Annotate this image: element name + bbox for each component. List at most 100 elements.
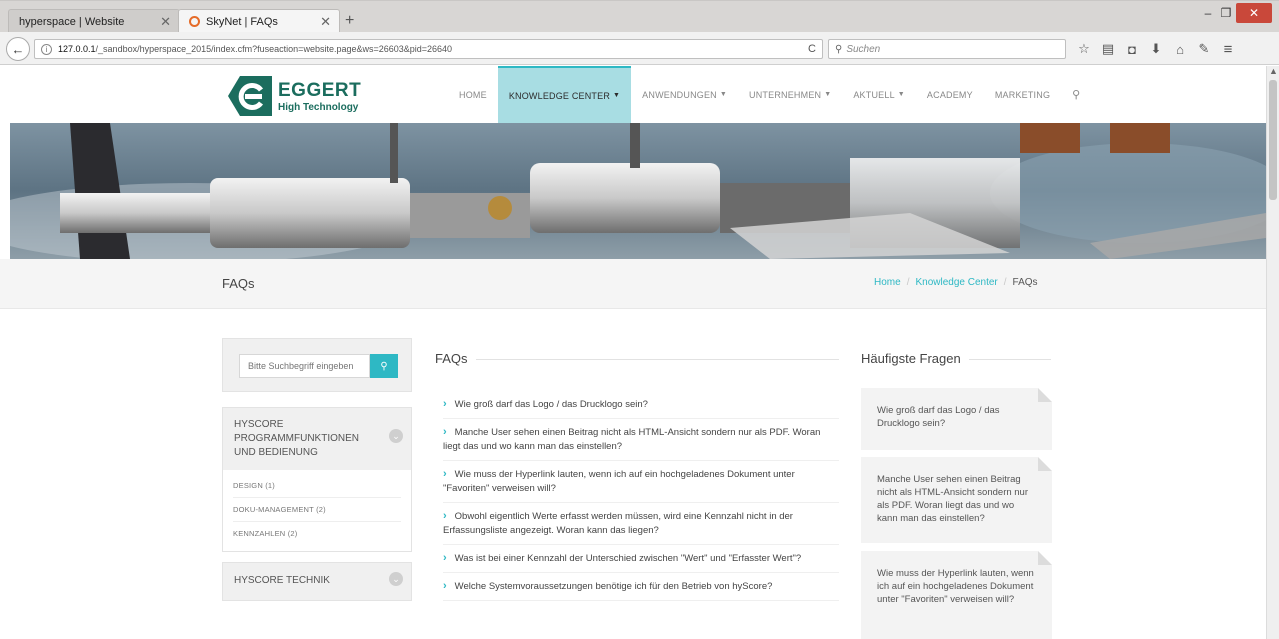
eggert-logo-icon: [228, 76, 272, 116]
nav-academy[interactable]: ACADEMY: [916, 66, 984, 123]
nav-label: KNOWLEDGE CENTER: [508, 90, 611, 101]
chevron-right-icon: ›: [443, 510, 447, 522]
nav-unternehmen[interactable]: UNTERNEHMEN ▼: [738, 66, 842, 123]
maximize-button[interactable]: ❐: [1216, 3, 1236, 23]
site-header: EGGERT High Technology HOME KNOWLEDGE CE…: [0, 66, 1266, 123]
new-tab-button[interactable]: +: [345, 12, 354, 30]
category-hyscore-programmfunktionen: HYSCORE PROGRAMMFUNKTIONEN UND BEDIENUNG…: [222, 407, 412, 552]
back-button[interactable]: ←: [6, 37, 30, 61]
favicon-icon: [189, 16, 200, 27]
clipboard-icon[interactable]: ▤: [1096, 41, 1120, 57]
reload-icon[interactable]: C: [808, 43, 816, 55]
category-items: DESIGN (1) DOKU-MANAGEMENT (2) KENNZAHLE…: [223, 470, 411, 551]
browser-search-input[interactable]: ⚲ Suchen: [828, 39, 1066, 59]
category-title: HYSCORE PROGRAMMFUNKTIONEN UND BEDIENUNG: [234, 419, 359, 458]
browser-tab-skynet[interactable]: SkyNet | FAQs ✕: [178, 9, 340, 33]
site-logo[interactable]: EGGERT High Technology: [228, 76, 368, 116]
browser-tab-bar: hyperspace | Website ✕ SkyNet | FAQs ✕ +…: [0, 0, 1279, 33]
faq-item[interactable]: › Obwohl eigentlich Werte erfasst werden …: [443, 503, 839, 545]
chevron-right-icon: ›: [443, 468, 447, 480]
faq-question: Obwohl eigentlich Werte erfasst werden m…: [443, 511, 793, 536]
bookmark-star-icon[interactable]: ☆: [1072, 41, 1096, 57]
faq-heading-text: FAQs: [435, 351, 476, 366]
menu-icon[interactable]: ≡: [1216, 41, 1240, 58]
close-window-button[interactable]: ✕: [1236, 3, 1272, 23]
faq-list: › Wie groß darf das Logo / das Drucklogo …: [443, 391, 839, 601]
nav-anwendungen[interactable]: ANWENDUNGEN ▼: [631, 66, 738, 123]
breadcrumb-current: FAQs: [1012, 277, 1038, 288]
category-hyscore-technik: HYSCORE TECHNIK ⌄: [222, 562, 412, 601]
search-placeholder: Suchen: [846, 43, 881, 55]
top-questions-heading-text: Häufigste Fragen: [861, 351, 969, 366]
scrollbar-thumb[interactable]: [1269, 80, 1277, 200]
close-icon[interactable]: ✕: [160, 14, 171, 30]
nav-knowledge-center[interactable]: KNOWLEDGE CENTER ▼: [497, 66, 632, 123]
faq-question: Manche User sehen einen Beitrag nicht al…: [443, 427, 821, 452]
category-item-kennzahlen[interactable]: KENNZAHLEN (2): [233, 522, 401, 545]
chevron-down-icon[interactable]: ⌄: [389, 429, 403, 443]
top-question-card[interactable]: Wie muss der Hyperlink lauten, wenn ich …: [861, 551, 1052, 639]
tab-label: hyperspace | Website: [19, 15, 125, 28]
page-scrollbar[interactable]: ▲: [1266, 66, 1279, 639]
category-title: HYSCORE TECHNIK: [234, 575, 330, 586]
chevron-down-icon[interactable]: ⌄: [389, 572, 403, 586]
nav-search[interactable]: ⚲: [1061, 66, 1091, 123]
category-header[interactable]: HYSCORE TECHNIK ⌄: [223, 563, 411, 600]
tab-label: SkyNet | FAQs: [206, 15, 278, 28]
nav-aktuell[interactable]: AKTUELL ▼: [842, 66, 916, 123]
caret-down-icon: ▼: [613, 92, 621, 99]
top-questions-heading: Häufigste Fragen: [861, 351, 1051, 367]
search-icon: ⚲: [835, 43, 843, 55]
faq-item[interactable]: › Wie muss der Hyperlink lauten, wenn ich…: [443, 461, 839, 503]
chevron-right-icon: ›: [443, 552, 447, 564]
info-icon[interactable]: i: [41, 43, 52, 55]
chevron-right-icon: ›: [443, 426, 447, 438]
logo-brand: EGGERT: [278, 80, 362, 101]
heading-divider: [435, 359, 839, 360]
close-icon[interactable]: ✕: [320, 14, 331, 30]
faq-section-heading: FAQs: [435, 351, 839, 367]
faq-item[interactable]: › Manche User sehen einen Beitrag nicht a…: [443, 419, 839, 461]
hero-banner-image: [10, 123, 1266, 259]
corner-fold: [1038, 388, 1052, 402]
caret-down-icon: ▼: [824, 91, 832, 98]
search-button[interactable]: ⚲: [370, 354, 398, 378]
pocket-icon[interactable]: ◘: [1120, 42, 1144, 57]
page-title: FAQs: [222, 276, 255, 291]
faq-item[interactable]: › Wie groß darf das Logo / das Drucklogo …: [443, 391, 839, 419]
breadcrumb: Home / Knowledge Center / FAQs: [874, 277, 1038, 288]
faq-search-input[interactable]: [239, 354, 370, 378]
faq-item[interactable]: › Was ist bei einer Kennzahl der Untersch…: [443, 545, 839, 573]
page-viewport: EGGERT High Technology HOME KNOWLEDGE CE…: [0, 66, 1266, 639]
home-icon[interactable]: ⌂: [1168, 42, 1192, 57]
nav-label: UNTERNEHMEN: [749, 89, 822, 100]
browser-nav-bar: ← i 127.0.0.1 /_sandbox/hyperspace_2015/…: [0, 32, 1279, 65]
minimize-button[interactable]: –: [1198, 3, 1218, 23]
category-item-doku-management[interactable]: DOKU-MANAGEMENT (2): [233, 498, 401, 522]
search-icon: ⚲: [380, 360, 388, 372]
faq-question: Wie muss der Hyperlink lauten, wenn ich …: [443, 469, 795, 494]
category-header[interactable]: HYSCORE PROGRAMMFUNKTIONEN UND BEDIENUNG…: [223, 408, 411, 470]
caret-down-icon: ▼: [719, 91, 728, 98]
nav-label: MARKETING: [994, 89, 1051, 100]
extension-icon[interactable]: ✎: [1192, 41, 1216, 57]
breadcrumb-home[interactable]: Home: [874, 277, 901, 288]
page-title-bar: FAQs Home / Knowledge Center / FAQs: [0, 259, 1266, 309]
breadcrumb-knowledge-center[interactable]: Knowledge Center: [915, 277, 997, 288]
url-bar[interactable]: i 127.0.0.1 /_sandbox/hyperspace_2015/in…: [34, 39, 823, 59]
top-question-card[interactable]: Manche User sehen einen Beitrag nicht al…: [861, 457, 1052, 543]
browser-tab-hyperspace[interactable]: hyperspace | Website ✕: [8, 9, 180, 33]
download-icon[interactable]: ⬇: [1144, 41, 1168, 57]
caret-down-icon: ▼: [897, 91, 905, 98]
faq-question: Was ist bei einer Kennzahl der Unterschi…: [454, 553, 802, 564]
faq-question: Welche Systemvoraussetzungen benötige ic…: [454, 581, 773, 592]
faq-item[interactable]: › Welche Systemvoraussetzungen benötige i…: [443, 573, 839, 601]
category-item-design[interactable]: DESIGN (1): [233, 474, 401, 498]
nav-marketing[interactable]: MARKETING: [984, 66, 1061, 123]
nav-label: ACADEMY: [926, 89, 973, 100]
faq-question: Wie groß darf das Logo / das Drucklogo s…: [454, 399, 648, 410]
nav-home[interactable]: HOME: [448, 66, 498, 123]
main-nav: HOME KNOWLEDGE CENTER ▼ ANWENDUNGEN ▼ UNTE…: [448, 66, 1091, 123]
scroll-up-arrow-icon[interactable]: ▲: [1269, 66, 1278, 76]
top-question-card[interactable]: Wie groß darf das Logo / das Drucklogo s…: [861, 388, 1052, 450]
